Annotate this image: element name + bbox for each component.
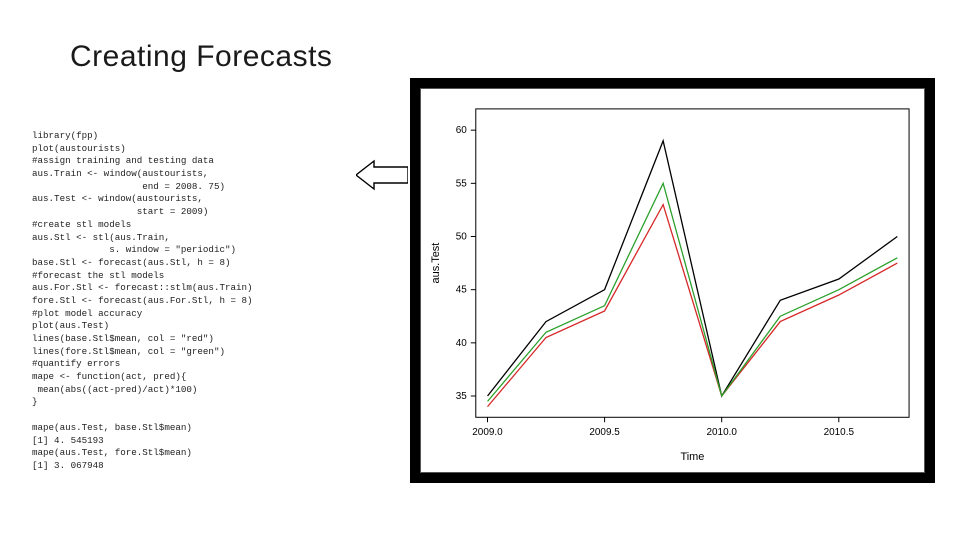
code-line: #assign training and testing data bbox=[32, 155, 214, 166]
page-title: Creating Forecasts bbox=[70, 40, 332, 74]
svg-text:aus.Test: aus.Test bbox=[430, 243, 442, 284]
code-line: mape <- function(act, pred){ bbox=[32, 371, 186, 382]
code-line: aus.Stl <- stl(aus.Train, bbox=[32, 232, 170, 243]
code-line: mape(aus.Test, fore.Stl$mean) bbox=[32, 447, 192, 458]
chart-plot: 35 40 45 50 55 60 2009.0 2009.5 2010.0 2010.5 Time… bbox=[420, 88, 925, 473]
code-line: #forecast the stl models bbox=[32, 270, 164, 281]
code-line: #create stl models bbox=[32, 219, 131, 230]
code-line: aus.Test <- window(austourists, bbox=[32, 193, 203, 204]
code-line: library(fpp) bbox=[32, 130, 98, 141]
code-line: #plot model accuracy bbox=[32, 308, 142, 319]
code-line: [1] 4. 545193 bbox=[32, 435, 104, 446]
svg-text:45: 45 bbox=[456, 285, 468, 296]
svg-text:2010.0: 2010.0 bbox=[706, 427, 737, 438]
svg-text:55: 55 bbox=[456, 178, 468, 189]
svg-text:40: 40 bbox=[456, 338, 468, 349]
code-line: base.Stl <- forecast(aus.Stl, h = 8) bbox=[32, 257, 230, 268]
callout-arrow-icon bbox=[356, 158, 408, 192]
code-line: #quantify errors bbox=[32, 358, 120, 369]
svg-text:35: 35 bbox=[456, 391, 468, 402]
code-line: end = 2008. 75) bbox=[32, 181, 225, 192]
svg-text:2010.5: 2010.5 bbox=[824, 427, 855, 438]
code-line: start = 2009) bbox=[32, 206, 208, 217]
code-line: [1] 3. 067948 bbox=[32, 460, 104, 471]
code-line: aus.Train <- window(austourists, bbox=[32, 168, 208, 179]
svg-text:2009.0: 2009.0 bbox=[472, 427, 503, 438]
code-line: } bbox=[32, 396, 38, 407]
code-line: mean(abs((act-pred)/act)*100) bbox=[32, 384, 197, 395]
code-line: lines(base.Stl$mean, col = "red") bbox=[32, 333, 214, 344]
code-line: plot(austourists) bbox=[32, 143, 126, 154]
code-line: plot(aus.Test) bbox=[32, 320, 109, 331]
code-line: fore.Stl <- forecast(aus.For.Stl, h = 8) bbox=[32, 295, 253, 306]
svg-text:50: 50 bbox=[456, 231, 468, 242]
r-code-block: library(fpp) plot(austourists) #assign t… bbox=[32, 130, 352, 473]
code-line: s. window = "periodic") bbox=[32, 244, 236, 255]
svg-text:2009.5: 2009.5 bbox=[589, 427, 620, 438]
code-line: lines(fore.Stl$mean, col = "green") bbox=[32, 346, 225, 357]
svg-text:60: 60 bbox=[456, 125, 468, 136]
code-line: aus.For.Stl <- forecast::stlm(aus.Train) bbox=[32, 282, 253, 293]
svg-text:Time: Time bbox=[680, 451, 704, 463]
chart-frame: 35 40 45 50 55 60 2009.0 2009.5 2010.0 2010.5 Time… bbox=[410, 78, 935, 483]
code-line: mape(aus.Test, base.Stl$mean) bbox=[32, 422, 192, 433]
